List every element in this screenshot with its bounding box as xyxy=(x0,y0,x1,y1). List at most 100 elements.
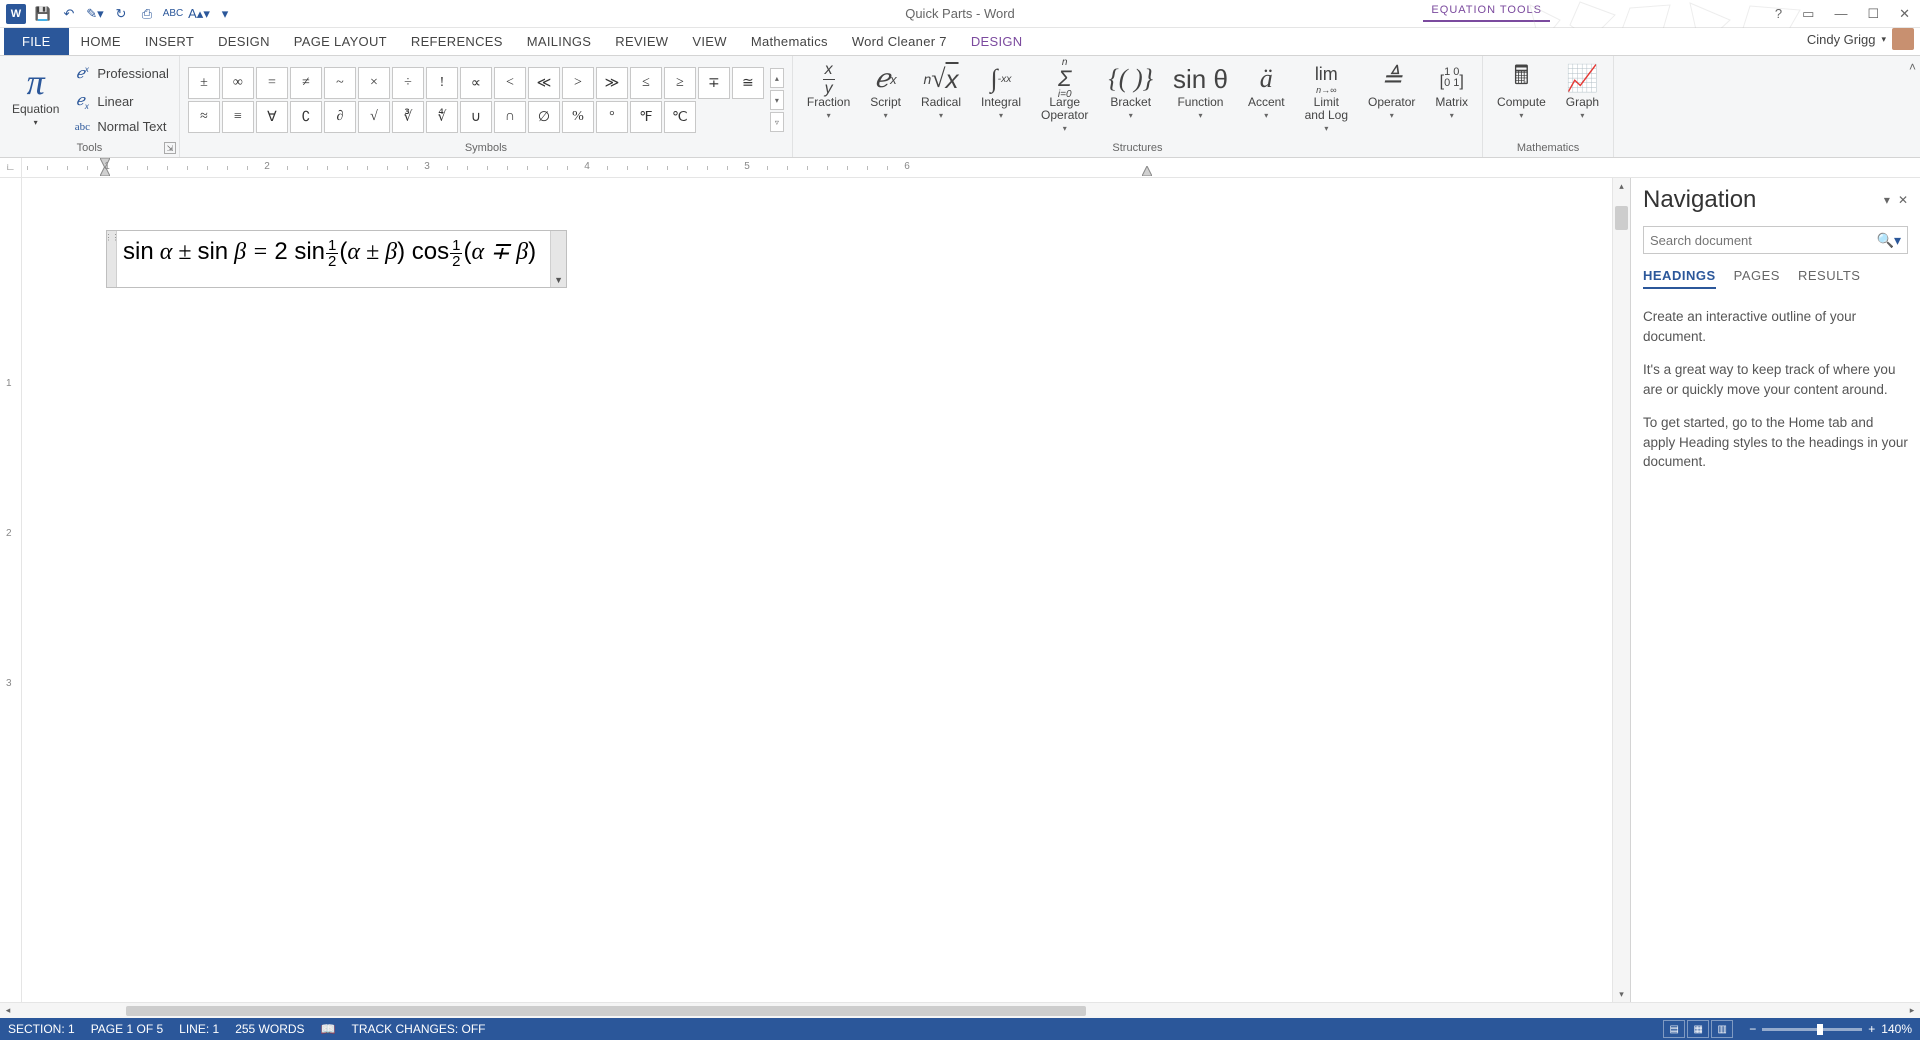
status-proofing-icon[interactable]: 📖 xyxy=(321,1022,336,1036)
vertical-scrollbar[interactable]: ▴ ▾ xyxy=(1612,178,1630,1002)
dropdown-icon[interactable]: ▾ xyxy=(1264,111,1268,120)
tab-equation-design[interactable]: DESIGN xyxy=(959,28,1035,55)
nav-dropdown-icon[interactable]: ▾ xyxy=(1884,193,1890,207)
spelling-icon[interactable]: ABC xyxy=(164,5,182,23)
user-area[interactable]: Cindy Grigg ▾ xyxy=(1807,28,1914,50)
vertical-ruler[interactable]: 1 2 3 xyxy=(0,178,22,1002)
symbol-![interactable]: ! xyxy=(426,67,458,99)
equation-button[interactable]: π Equation ▾ xyxy=(6,60,65,131)
document-page[interactable]: ⋮⋮ sin α ± sin β = 2 sin12(α ± β) cos12(… xyxy=(22,178,1612,1002)
dropdown-icon[interactable]: ▾ xyxy=(1390,111,1394,120)
structure-fraction[interactable]: xyFraction▾ xyxy=(799,60,858,122)
hscroll-right-icon[interactable]: ▸ xyxy=(1904,1005,1920,1016)
nav-tab-pages[interactable]: PAGES xyxy=(1734,268,1780,289)
equation-container[interactable]: ⋮⋮ sin α ± sin β = 2 sin12(α ± β) cos12(… xyxy=(106,230,567,288)
horizontal-scrollbar[interactable]: ◂ ▸ xyxy=(0,1002,1920,1018)
graph-button[interactable]: 📈 Graph ▾ xyxy=(1558,60,1607,122)
ribbon-display-icon[interactable]: ▭ xyxy=(1798,4,1818,24)
dropdown-icon[interactable]: ▾ xyxy=(1063,124,1067,133)
view-read-mode[interactable]: ▤ xyxy=(1663,1020,1685,1038)
structure-function[interactable]: sin θFunction▾ xyxy=(1165,60,1236,122)
dropdown-icon[interactable]: ▾ xyxy=(1450,111,1454,120)
normal-text-button[interactable]: abc Normal Text xyxy=(69,117,173,136)
symbol-∓[interactable]: ∓ xyxy=(698,67,730,99)
symbol-≈[interactable]: ≈ xyxy=(188,101,220,133)
structure-accent[interactable]: äAccent▾ xyxy=(1240,60,1293,122)
tab-page-layout[interactable]: PAGE LAYOUT xyxy=(282,28,399,55)
structure-matrix[interactable]: [1 00 1]Matrix▾ xyxy=(1427,60,1476,122)
equation-dropdown-icon[interactable]: ▾ xyxy=(34,118,38,127)
equation-options-dropdown[interactable]: ▼ xyxy=(550,231,566,287)
symbol-℃[interactable]: ℃ xyxy=(664,101,696,133)
nav-close-icon[interactable]: ✕ xyxy=(1898,193,1908,207)
tab-references[interactable]: REFERENCES xyxy=(399,28,515,55)
scroll-up-icon[interactable]: ▴ xyxy=(1613,178,1630,194)
symbol-%[interactable]: % xyxy=(562,101,594,133)
symbol-×[interactable]: × xyxy=(358,67,390,99)
symbol-℉[interactable]: ℉ xyxy=(630,101,662,133)
undo-icon[interactable]: ↶ xyxy=(60,5,78,23)
zoom-in-icon[interactable]: + xyxy=(1868,1022,1875,1036)
symbols-scroll-up-icon[interactable]: ▴ xyxy=(770,68,784,88)
dropdown-icon[interactable]: ▾ xyxy=(1198,111,1202,120)
dropdown-icon[interactable]: ▾ xyxy=(827,111,831,120)
compute-dropdown-icon[interactable]: ▾ xyxy=(1519,111,1523,120)
hscroll-track[interactable] xyxy=(16,1005,1904,1017)
dropdown-icon[interactable]: ▾ xyxy=(939,111,943,120)
zoom-level[interactable]: 140% xyxy=(1881,1022,1912,1036)
dropdown-icon[interactable]: ▾ xyxy=(1129,111,1133,120)
qat-customize-icon[interactable]: ▾ xyxy=(216,5,234,23)
zoom-out-icon[interactable]: − xyxy=(1749,1022,1756,1036)
symbol-∜[interactable]: ∜ xyxy=(426,101,458,133)
symbol-∅[interactable]: ∅ xyxy=(528,101,560,133)
symbol-°[interactable]: ° xyxy=(596,101,628,133)
symbol-∝[interactable]: ∝ xyxy=(460,67,492,99)
tab-design[interactable]: DESIGN xyxy=(206,28,282,55)
dropdown-icon[interactable]: ▾ xyxy=(999,111,1003,120)
symbol-≅[interactable]: ≅ xyxy=(732,67,764,99)
scroll-down-icon[interactable]: ▾ xyxy=(1613,986,1630,1002)
graph-dropdown-icon[interactable]: ▾ xyxy=(1580,111,1584,120)
right-indent-marker[interactable] xyxy=(1142,166,1152,176)
symbol->[interactable]: > xyxy=(562,67,594,99)
status-section[interactable]: SECTION: 1 xyxy=(8,1022,75,1036)
minimize-icon[interactable]: — xyxy=(1830,4,1851,24)
nav-search-input[interactable] xyxy=(1650,233,1877,248)
dropdown-icon[interactable]: ▾ xyxy=(1324,124,1328,133)
status-track-changes[interactable]: TRACK CHANGES: OFF xyxy=(352,1022,486,1036)
collapse-ribbon-icon[interactable]: ˄ xyxy=(1909,60,1916,74)
hscroll-thumb[interactable] xyxy=(126,1006,1086,1016)
horizontal-ruler[interactable]: ∟ 123456 xyxy=(0,158,1920,178)
symbol-≠[interactable]: ≠ xyxy=(290,67,322,99)
structure-operator[interactable]: ≜Operator▾ xyxy=(1360,60,1423,122)
hscroll-left-icon[interactable]: ◂ xyxy=(0,1005,16,1016)
tab-insert[interactable]: INSERT xyxy=(133,28,206,55)
tab-mailings[interactable]: MAILINGS xyxy=(515,28,604,55)
scroll-thumb[interactable] xyxy=(1615,206,1628,230)
search-icon[interactable]: 🔍▾ xyxy=(1877,232,1901,249)
compute-button[interactable]: 🖩 Compute ▾ xyxy=(1489,60,1554,122)
maximize-icon[interactable]: ☐ xyxy=(1863,4,1883,24)
touch-mode-icon[interactable]: ✎▾ xyxy=(86,5,104,23)
zoom-thumb[interactable] xyxy=(1817,1024,1823,1035)
symbol-∁[interactable]: ∁ xyxy=(290,101,322,133)
symbol-∪[interactable]: ∪ xyxy=(460,101,492,133)
status-words[interactable]: 255 WORDS xyxy=(235,1022,304,1036)
user-avatar[interactable] xyxy=(1892,28,1914,50)
structure-bracket[interactable]: {( )}Bracket▾ xyxy=(1100,60,1161,122)
quick-print-icon[interactable]: ⎙ xyxy=(138,5,156,23)
structure-radical[interactable]: n√xRadical▾ xyxy=(913,60,969,122)
symbol-∂[interactable]: ∂ xyxy=(324,101,356,133)
tab-home[interactable]: HOME xyxy=(69,28,133,55)
tools-dialog-launcher[interactable]: ⇲ xyxy=(164,142,176,154)
linear-button[interactable]: ℯx Linear xyxy=(69,89,173,113)
structure-script[interactable]: ℯxScript▾ xyxy=(862,60,909,122)
symbol-±[interactable]: ± xyxy=(188,67,220,99)
symbol-=[interactable]: = xyxy=(256,67,288,99)
symbol-≡[interactable]: ≡ xyxy=(222,101,254,133)
symbols-scroll-down-icon[interactable]: ▾ xyxy=(770,90,784,110)
professional-button[interactable]: ℯx Professional xyxy=(69,62,173,85)
help-icon[interactable]: ? xyxy=(1771,4,1786,24)
symbol-≪[interactable]: ≪ xyxy=(528,67,560,99)
symbol-≫[interactable]: ≫ xyxy=(596,67,628,99)
